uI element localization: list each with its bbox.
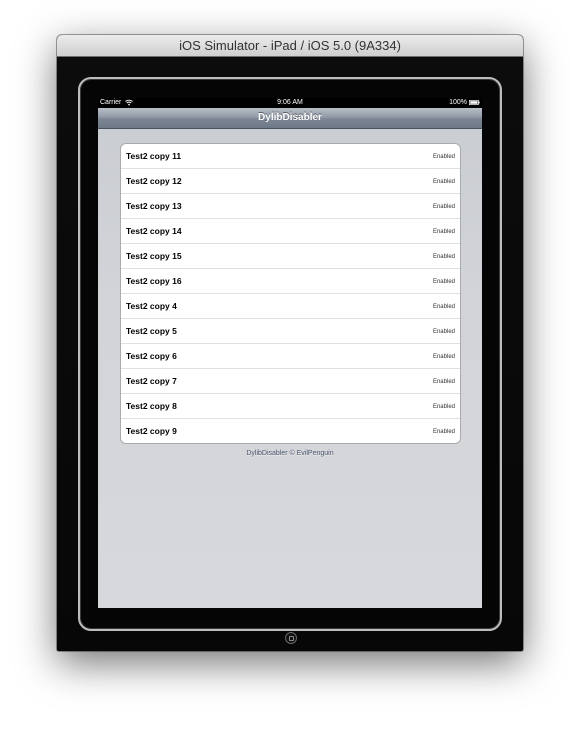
table-row[interactable]: Test2 copy 15 Enabled [121, 244, 460, 269]
table-row[interactable]: Test2 copy 13 Enabled [121, 194, 460, 219]
row-status: Enabled [432, 329, 455, 335]
window-title: iOS Simulator - iPad / iOS 5.0 (9A334) [179, 38, 401, 53]
status-bar: Carrier 9:06 AM 100% [98, 98, 482, 108]
row-title: Test2 copy 7 [126, 376, 177, 386]
home-button-icon [289, 636, 294, 641]
row-status: Enabled [432, 179, 455, 185]
status-time: 9:06 AM [277, 99, 303, 106]
status-battery-percent: 100% [449, 99, 467, 106]
row-title: Test2 copy 9 [126, 426, 177, 436]
table-row[interactable]: Test2 copy 4 Enabled [121, 294, 460, 319]
row-status: Enabled [432, 204, 455, 210]
row-title: Test2 copy 15 [126, 251, 182, 261]
row-title: Test2 copy 5 [126, 326, 177, 336]
row-status: Enabled [432, 279, 455, 285]
row-status: Enabled [432, 229, 455, 235]
row-title: Test2 copy 12 [126, 176, 182, 186]
row-status: Enabled [432, 354, 455, 360]
row-status: Enabled [432, 154, 455, 160]
row-title: Test2 copy 14 [126, 226, 182, 236]
row-status: Enabled [432, 429, 455, 435]
row-title: Test2 copy 4 [126, 301, 177, 311]
row-status: Enabled [432, 379, 455, 385]
row-title: Test2 copy 8 [126, 401, 177, 411]
home-button[interactable] [285, 632, 297, 644]
row-title: Test2 copy 16 [126, 276, 182, 286]
window-titlebar[interactable]: iOS Simulator - iPad / iOS 5.0 (9A334) [57, 35, 523, 57]
footer-credit: DylibDisabler © EvilPenguin [246, 450, 334, 457]
navigation-bar: DylibDisabler [98, 108, 482, 129]
table-row[interactable]: Test2 copy 16 Enabled [121, 269, 460, 294]
table-row[interactable]: Test2 copy 11 Enabled [121, 144, 460, 169]
table-row[interactable]: Test2 copy 12 Enabled [121, 169, 460, 194]
table-row[interactable]: Test2 copy 14 Enabled [121, 219, 460, 244]
row-status: Enabled [432, 404, 455, 410]
row-status: Enabled [432, 254, 455, 260]
table-row[interactable]: Test2 copy 8 Enabled [121, 394, 460, 419]
dylib-table: Test2 copy 11 Enabled Test2 copy 12 Enab… [120, 143, 461, 444]
nav-title: DylibDisabler [258, 112, 322, 123]
table-row[interactable]: Test2 copy 9 Enabled [121, 419, 460, 443]
battery-icon [469, 100, 480, 105]
row-title: Test2 copy 11 [126, 151, 182, 161]
row-title: Test2 copy 13 [126, 201, 182, 211]
row-title: Test2 copy 6 [126, 351, 177, 361]
table-row[interactable]: Test2 copy 6 Enabled [121, 344, 460, 369]
table-row[interactable]: Test2 copy 5 Enabled [121, 319, 460, 344]
table-row[interactable]: Test2 copy 7 Enabled [121, 369, 460, 394]
row-status: Enabled [432, 304, 455, 310]
ipad-screen: Carrier 9:06 AM 100% DylibDisabler Test2… [98, 98, 482, 608]
